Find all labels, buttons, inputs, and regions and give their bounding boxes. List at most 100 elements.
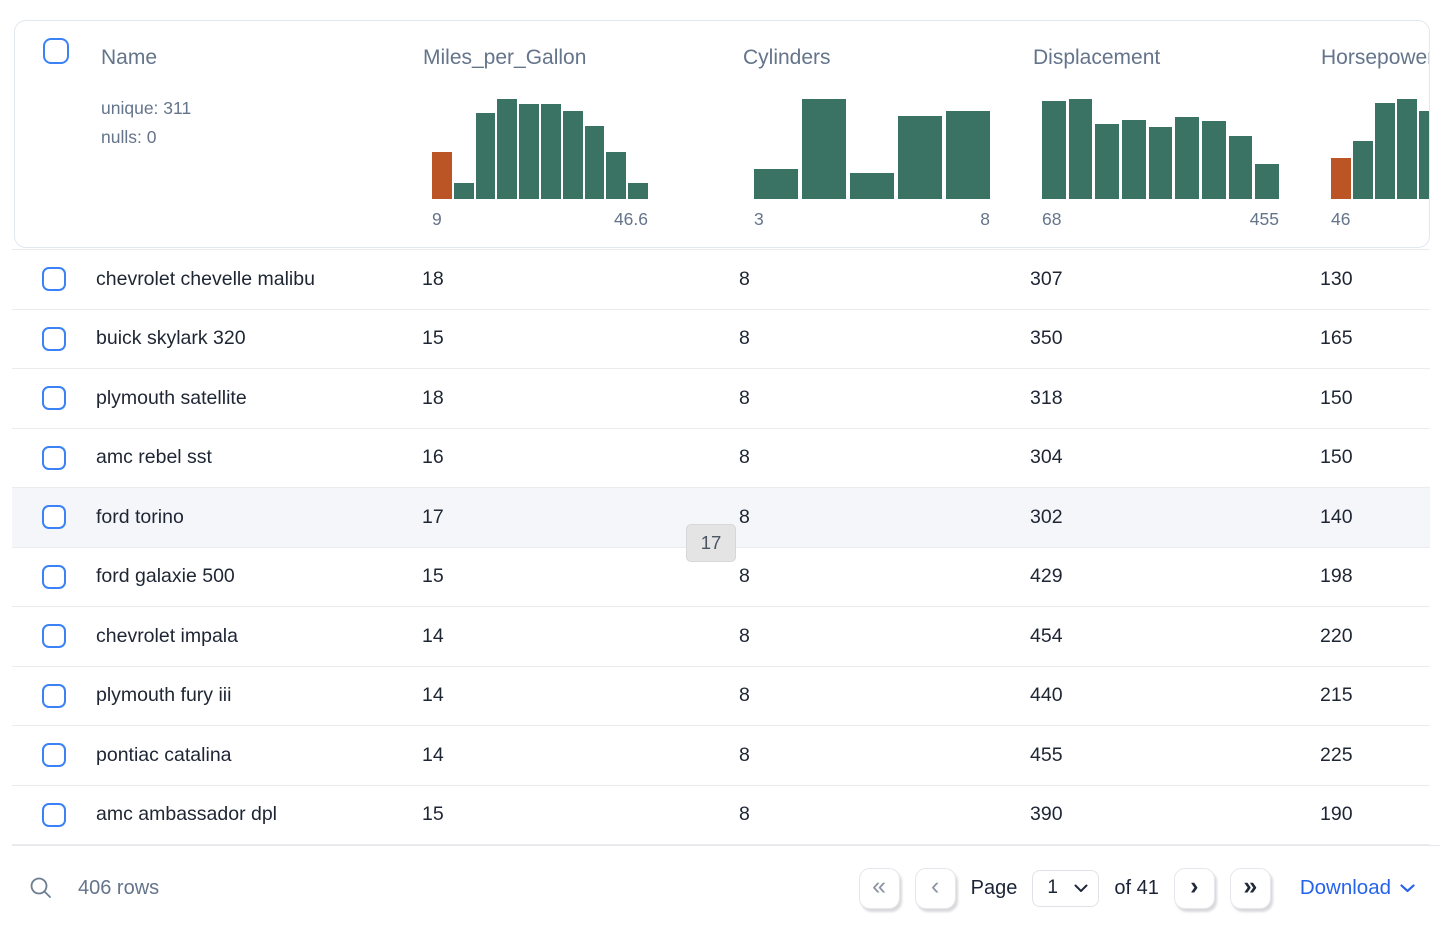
cell-cylinders: 8 [739,786,750,845]
table-row[interactable]: chevrolet impala 14 8 454 220 [12,607,1430,667]
histogram-bar [585,126,605,199]
cell-horsepower: 215 [1320,667,1353,726]
chevron-down-icon [1074,884,1088,893]
page-total-label: of 41 [1114,877,1158,900]
histogram-bar [1375,103,1395,199]
histogram-bar [454,183,474,199]
column-title: Cylinders [743,46,831,70]
histogram-bar [1122,120,1146,199]
histogram-bar [802,99,846,199]
cell-miles-per-gallon: 16 [422,429,444,488]
histogram-bar [1397,99,1417,199]
cell-name: ford torino [96,488,184,547]
cell-miles-per-gallon: 14 [422,726,444,785]
cell-horsepower: 225 [1320,726,1353,785]
row-checkbox[interactable] [42,386,66,410]
histogram-bar [1042,101,1066,199]
column-histogram[interactable] [432,99,648,199]
histogram-bar [497,99,517,199]
cell-displacement: 390 [1030,786,1063,845]
table-row[interactable]: plymouth fury iii 14 8 440 215 [12,667,1430,727]
first-page-button[interactable]: « [859,868,900,909]
page-number-value: 1 [1047,877,1074,899]
cell-horsepower: 150 [1320,429,1353,488]
previous-page-button[interactable]: ‹ [915,868,956,909]
cell-miles-per-gallon: 18 [422,369,444,428]
cell-cylinders: 8 [739,548,750,607]
cell-displacement: 307 [1030,250,1063,309]
cell-miles-per-gallon: 17 [422,488,444,547]
download-label: Download [1300,876,1391,900]
row-checkbox[interactable] [42,446,66,470]
row-checkbox[interactable] [42,327,66,351]
column-title: Miles_per_Gallon [423,46,586,70]
column-title: Displacement [1033,46,1160,70]
cell-displacement: 429 [1030,548,1063,607]
table-row[interactable]: plymouth satellite 18 8 318 150 [12,369,1430,429]
table-header: Name unique: 311 nulls: 0 Miles_per_Gall… [14,20,1430,248]
table-row[interactable]: amc ambassador dpl 15 8 390 190 [12,786,1430,846]
row-checkbox[interactable] [42,565,66,589]
cell-horsepower: 220 [1320,607,1353,666]
histogram-bar [754,169,798,199]
cell-cylinders: 8 [739,429,750,488]
chevrons-right-icon: » [1243,874,1257,899]
histogram-min-label: 3 [754,209,764,230]
cell-name: plymouth fury iii [96,667,231,726]
cell-name: amc rebel sst [96,429,212,488]
row-checkbox[interactable] [42,803,66,827]
unique-count-label: unique: 311 [101,94,191,123]
page-number-select[interactable]: 1 [1032,870,1099,907]
histogram-bar [1353,141,1373,199]
search-icon[interactable] [28,875,54,901]
cell-miles-per-gallon: 14 [422,667,444,726]
row-checkbox[interactable] [42,505,66,529]
table-row[interactable]: pontiac catalina 14 8 455 225 [12,726,1430,786]
cell-displacement: 454 [1030,607,1063,666]
histogram-max-label: 8 [980,209,990,230]
download-button[interactable]: Download [1300,876,1415,900]
histogram-bar [850,173,894,199]
column-histogram[interactable] [1331,99,1430,199]
last-page-button[interactable]: » [1230,868,1271,909]
row-checkbox[interactable] [42,624,66,648]
column-histogram[interactable] [754,99,990,199]
cell-name: chevrolet impala [96,607,238,666]
histogram-bar [1069,99,1093,199]
next-page-button[interactable]: › [1174,868,1215,909]
histogram-bar [1175,117,1199,199]
row-count-label: 406 rows [78,877,159,900]
chevron-down-icon [1400,884,1415,893]
cell-displacement: 440 [1030,667,1063,726]
histogram-max-label: 46.6 [614,209,648,230]
cell-horsepower: 165 [1320,310,1353,369]
select-all-checkbox[interactable] [43,38,69,64]
histogram-bar [432,152,452,199]
cell-displacement: 350 [1030,310,1063,369]
row-checkbox[interactable] [42,267,66,291]
table-footer: 406 rows « ‹ Page 1 of 41 › » Download [12,845,1440,930]
cell-cylinders: 8 [739,488,750,547]
table-row[interactable]: chevrolet chevelle malibu 18 8 307 130 [12,250,1430,310]
cell-name: pontiac catalina [96,726,232,785]
histogram-bar [946,111,990,199]
table-row[interactable]: buick skylark 320 15 8 350 165 [12,310,1430,370]
cell-horsepower: 140 [1320,488,1353,547]
histogram-max-label: 455 [1250,209,1279,230]
cell-horsepower: 198 [1320,548,1353,607]
row-checkbox[interactable] [42,684,66,708]
histogram-min-label: 46 [1331,209,1350,230]
chevron-right-icon: › [1190,874,1198,899]
cell-name: ford galaxie 500 [96,548,235,607]
cell-miles-per-gallon: 15 [422,310,444,369]
histogram-bar [1095,124,1119,199]
histogram-bar [519,104,539,199]
column-histogram[interactable] [1042,99,1279,199]
chevrons-left-icon: « [872,874,886,899]
cell-name: plymouth satellite [96,369,247,428]
cell-displacement: 302 [1030,488,1063,547]
row-checkbox[interactable] [42,743,66,767]
table-row[interactable]: amc rebel sst 16 8 304 150 [12,429,1430,489]
column-header-name: Name [101,46,157,70]
cell-displacement: 304 [1030,429,1063,488]
